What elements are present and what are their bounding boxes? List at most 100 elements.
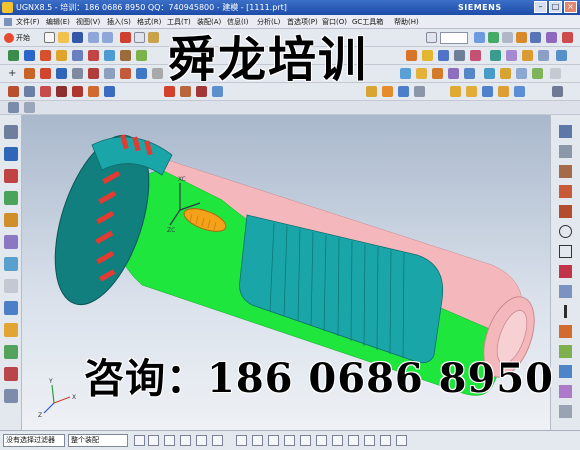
menu-window[interactable]: 窗口(O) [322,15,347,29]
hole-icon[interactable] [56,50,67,61]
sew-icon[interactable] [438,50,449,61]
cube-azure-icon[interactable] [514,86,525,97]
section-analysis-icon[interactable] [414,86,425,97]
polygon-icon[interactable] [88,68,99,79]
reuse-library-icon[interactable] [4,213,18,227]
menu-insert[interactable]: 插入(S) [107,15,131,29]
copy-icon[interactable] [134,32,145,43]
menu-analysis[interactable]: 分析(L) [257,15,280,29]
palette-icon[interactable] [4,389,18,403]
extrude-icon[interactable] [24,50,35,61]
intersect-curve-icon[interactable] [88,86,99,97]
snap-endpoint-icon[interactable] [236,435,247,446]
select-all-icon[interactable] [148,435,159,446]
cube-blue-icon[interactable] [482,86,493,97]
section-view-icon[interactable] [550,68,561,79]
new-file-icon[interactable] [44,32,55,43]
cube-yellow-icon[interactable] [466,86,477,97]
offset-curve-icon[interactable] [56,86,67,97]
offset-icon[interactable] [454,50,465,61]
rt-sketch-icon[interactable] [559,125,572,138]
snap-midpoint-icon[interactable] [252,435,263,446]
snap-on-curve-icon[interactable] [348,435,359,446]
revolve-icon[interactable] [40,50,51,61]
menu-info[interactable]: 信息(I) [227,15,249,29]
divide-curve-icon[interactable] [24,86,35,97]
pattern-icon[interactable] [136,50,147,61]
view-fit-icon[interactable] [400,68,411,79]
redo-icon[interactable] [102,32,113,43]
process-studio-icon[interactable] [4,301,18,315]
blend-icon[interactable] [88,50,99,61]
intersect-icon[interactable] [556,50,567,61]
line-icon[interactable] [24,68,35,79]
roles-list-icon[interactable] [4,345,18,359]
paste-icon[interactable] [148,32,159,43]
circle-icon[interactable] [56,68,67,79]
ellipse-icon[interactable] [104,68,115,79]
body-select-icon[interactable] [212,435,223,446]
constraint-navigator-icon[interactable] [4,169,18,183]
snap-icon[interactable] [24,102,35,113]
web-browser-icon[interactable] [4,235,18,249]
menu-preferences[interactable]: 首选项(P) [287,15,318,29]
snap-control-icon[interactable] [268,435,279,446]
surface-icon[interactable] [406,50,417,61]
perspective-icon[interactable] [464,68,475,79]
subtract-icon[interactable] [538,50,549,61]
unite-icon[interactable] [522,50,533,61]
rt-offset-icon[interactable] [559,385,572,398]
arc-icon[interactable] [40,68,51,79]
rt-circle-icon[interactable] [559,225,572,238]
draft-icon[interactable] [470,50,481,61]
rt-mirror-icon[interactable] [559,365,572,378]
pan-icon[interactable] [448,68,459,79]
zoom-icon[interactable] [416,68,427,79]
right-view-icon[interactable] [532,68,543,79]
toolbar-options-icon[interactable] [552,86,563,97]
snap-intersection-icon[interactable] [284,435,295,446]
rt-constraints-icon[interactable] [559,405,572,418]
edge-select-icon[interactable] [196,435,207,446]
rotate-icon[interactable] [432,68,443,79]
shaded-icon[interactable] [488,32,499,43]
type-filter-select[interactable]: 没有选择过滤器 [3,434,65,447]
iso-view-icon[interactable] [484,68,495,79]
front-view-icon[interactable] [516,68,527,79]
rt-arc-icon[interactable] [559,185,572,198]
layer-icon[interactable] [426,32,437,43]
shell-icon[interactable] [120,50,131,61]
maximize-button[interactable]: □ [549,1,562,13]
history-icon[interactable] [4,257,18,271]
menu-format[interactable]: 格式(R) [137,15,161,29]
face-select-icon[interactable] [180,435,191,446]
snap-quadrant-icon[interactable] [316,435,327,446]
feature-select-icon[interactable] [164,435,175,446]
boss-icon[interactable] [72,50,83,61]
thicken-icon[interactable] [506,50,517,61]
part-navigator-icon[interactable] [4,191,18,205]
start-button[interactable]: 开始 [2,31,33,45]
rt-fillet-icon[interactable] [559,265,572,278]
system-materials-icon[interactable] [4,279,18,293]
fillet-curve-icon[interactable] [40,86,51,97]
system-scene-icon[interactable] [4,367,18,381]
menu-gc-toolbox[interactable]: GC工具箱 [352,15,383,29]
measure-icon[interactable] [516,32,527,43]
undo-icon[interactable] [88,32,99,43]
close-button[interactable]: × [564,1,577,13]
point-icon[interactable]: + [8,68,19,79]
rt-rectangle-icon[interactable] [559,245,572,258]
manufacturing-wizard-icon[interactable] [4,323,18,337]
cube-gold-icon[interactable] [498,86,509,97]
rt-extend-icon[interactable] [559,345,572,358]
top-view-icon[interactable] [500,68,511,79]
rt-trim-icon[interactable] [559,325,572,338]
minimize-button[interactable]: – [534,1,547,13]
trim-curve-icon[interactable] [8,86,19,97]
snap-existing-point-icon[interactable] [332,435,343,446]
save-icon[interactable] [72,32,83,43]
snap-pole-icon[interactable] [396,435,407,446]
chamfer-icon[interactable] [104,50,115,61]
orient-icon[interactable] [530,32,541,43]
